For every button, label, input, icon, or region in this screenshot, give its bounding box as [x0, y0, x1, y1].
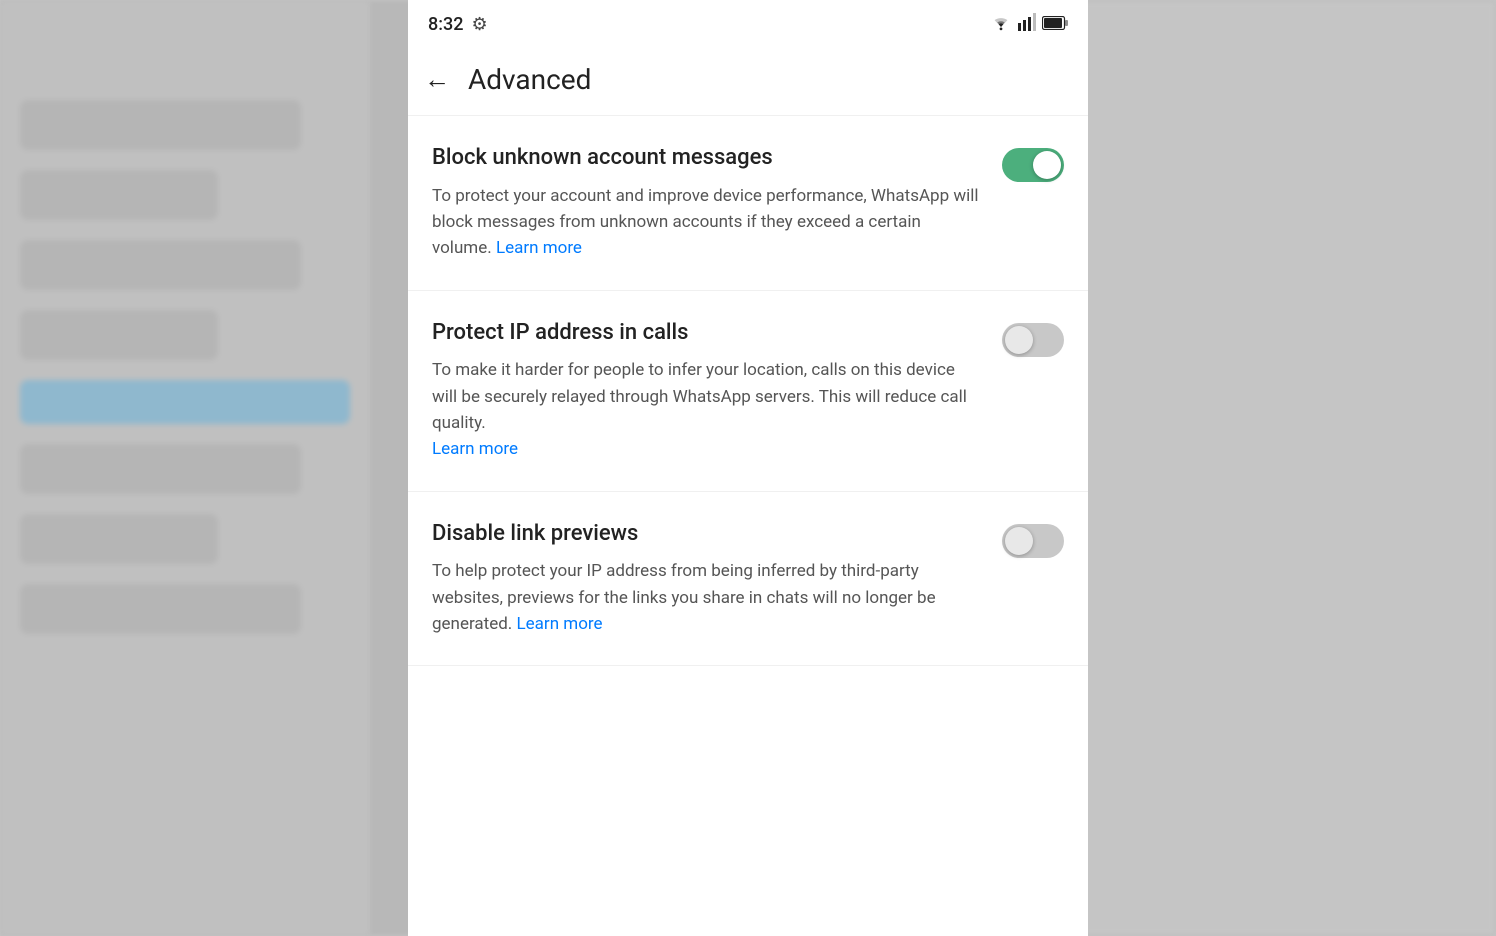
setting-disable-link-previews: Disable link previews To help protect yo…	[408, 492, 1088, 667]
setting-disable-link-previews-title: Disable link previews	[432, 520, 982, 549]
disable-link-previews-toggle-container	[1002, 520, 1064, 558]
status-bar: 8:32 ⚙	[408, 0, 1088, 44]
protect-ip-toggle-knob	[1005, 326, 1033, 354]
disable-link-previews-toggle[interactable]	[1002, 524, 1064, 558]
blur-block-3	[20, 240, 301, 290]
setting-block-unknown-text: Block unknown account messages To protec…	[432, 144, 982, 262]
blurred-right-panel	[1036, 0, 1496, 936]
setting-block-unknown-title: Block unknown account messages	[432, 144, 982, 173]
status-icons	[990, 13, 1068, 35]
content-area: Block unknown account messages To protec…	[408, 116, 1088, 936]
status-time-container: 8:32 ⚙	[428, 14, 488, 35]
protect-ip-learn-more-link[interactable]: Learn more	[432, 439, 518, 459]
block-unknown-toggle[interactable]	[1002, 148, 1064, 182]
block-unknown-learn-more-link[interactable]: Learn more	[496, 238, 582, 258]
block-unknown-toggle-knob	[1033, 151, 1061, 179]
blur-block-1	[20, 100, 301, 150]
setting-protect-ip-description: To make it harder for people to infer yo…	[432, 357, 982, 462]
protect-ip-toggle[interactable]	[1002, 323, 1064, 357]
setting-block-unknown: Block unknown account messages To protec…	[408, 116, 1088, 291]
disable-link-previews-toggle-knob	[1005, 527, 1033, 555]
setting-protect-ip: Protect IP address in calls To make it h…	[408, 291, 1088, 492]
blur-block-2	[20, 170, 218, 220]
blur-block-6	[20, 514, 218, 564]
setting-disable-link-previews-text: Disable link previews To help protect yo…	[432, 520, 982, 638]
gear-icon: ⚙	[471, 14, 487, 35]
blur-block-4	[20, 310, 218, 360]
blur-block-highlight	[20, 380, 350, 424]
setting-block-unknown-description: To protect your account and improve devi…	[432, 183, 982, 262]
setting-protect-ip-text: Protect IP address in calls To make it h…	[432, 319, 982, 463]
phone-panel: 8:32 ⚙	[408, 0, 1088, 936]
protect-ip-toggle-container	[1002, 319, 1064, 357]
battery-icon	[1042, 15, 1068, 34]
page-title: Advanced	[468, 63, 591, 96]
wifi-icon	[990, 13, 1012, 35]
blur-block-7	[20, 584, 301, 634]
blurred-left-panel	[0, 0, 370, 936]
header: ← Advanced	[408, 44, 1088, 116]
setting-protect-ip-title: Protect IP address in calls	[432, 319, 982, 348]
disable-link-previews-learn-more-link[interactable]: Learn more	[517, 614, 603, 634]
back-button[interactable]: ←	[424, 64, 450, 95]
blur-block-5	[20, 444, 301, 494]
signal-icon	[1018, 13, 1036, 35]
status-time-text: 8:32	[428, 14, 463, 35]
block-unknown-toggle-container	[1002, 144, 1064, 182]
setting-disable-link-previews-description: To help protect your IP address from bei…	[432, 558, 982, 637]
